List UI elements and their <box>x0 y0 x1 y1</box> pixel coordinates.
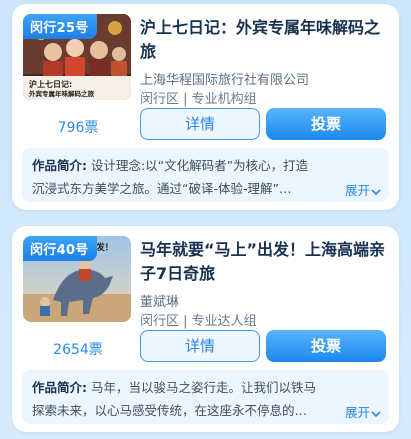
expand-button[interactable]: 展开 <box>345 180 381 199</box>
intro-text-1: 马年，当以骏马之姿行走。让我们以铁马 <box>87 380 316 395</box>
details-button[interactable]: 详情 <box>140 330 260 362</box>
thumbnail-caption: 沪上七日记: <box>29 79 72 89</box>
entry-intro: 作品简介: 设计理念:以“文化解码者”为核心，打造 沉浸式东方美学之旅。通过“破… <box>22 148 389 202</box>
intro-line-1: 作品简介: 马年，当以骏马之姿行走。让我们以铁马 <box>32 377 382 396</box>
entry-number-badge: 闵行25号 <box>23 14 97 39</box>
page: 沪上七日记: 外宾专属年味解码之旅 闵行25号 沪上七日记：外宾专属年味解码之旅… <box>0 0 411 439</box>
intro-text-2: 沉浸式东方美学之旅。通过“破译-体验-理解”… <box>32 181 292 196</box>
entry-thumbnail[interactable]: 马年就要马上出发！ 闵行40号 <box>23 236 131 322</box>
intro-line-1: 作品简介: 设计理念:以“文化解码者”为核心，打造 <box>32 155 382 174</box>
expand-label: 展开 <box>344 405 370 420</box>
vote-button[interactable]: 投票 <box>266 108 386 140</box>
entry-card-25[interactable]: 沪上七日记: 外宾专属年味解码之旅 闵行25号 沪上七日记：外宾专属年味解码之旅… <box>12 4 399 210</box>
entry-number-badge: 闵行40号 <box>23 236 97 261</box>
expand-button[interactable]: 展开 <box>345 402 381 421</box>
vote-button[interactable]: 投票 <box>266 330 386 362</box>
entry-district-group: 闵行区 | 专业达人组 <box>140 314 257 329</box>
thumbnail-caption-2: 外宾专属年味解码之旅 <box>29 89 95 98</box>
entry-thumbnail[interactable]: 沪上七日记: 外宾专属年味解码之旅 闵行25号 <box>23 14 131 100</box>
entry-title[interactable]: 沪上七日记：外宾专属年味解码之旅 <box>140 16 390 64</box>
intro-label: 作品简介: <box>32 158 87 173</box>
intro-text-2: 探索未来，以心马感受传统，在这座永不停息的… <box>32 403 308 418</box>
entry-district-group: 闵行区 | 专业机构组 <box>140 92 257 107</box>
chevron-down-icon <box>371 188 381 195</box>
entry-author: 上海华程国际旅行社有限公司 <box>140 73 310 88</box>
entry-intro: 作品简介: 马年，当以骏马之姿行走。让我们以铁马 探索未来，以心马感受传统，在这… <box>22 370 389 424</box>
intro-text-1: 设计理念:以“文化解码者”为核心，打造 <box>87 158 309 173</box>
expand-label: 展开 <box>344 183 370 198</box>
chevron-down-icon <box>371 410 381 417</box>
vote-count: 2654票 <box>53 342 103 358</box>
entry-title[interactable]: 马年就要“马上”出发！上海高端亲子7日奇旅 <box>140 238 390 286</box>
entry-card-40[interactable]: 马年就要马上出发！ 闵行40号 马年就要“马上”出发！上海高端亲子7日奇旅 董斌… <box>12 226 399 432</box>
entry-author: 董斌琳 <box>140 295 180 310</box>
intro-label: 作品简介: <box>32 380 87 395</box>
vote-count: 796票 <box>57 120 99 136</box>
details-button[interactable]: 详情 <box>140 108 260 140</box>
